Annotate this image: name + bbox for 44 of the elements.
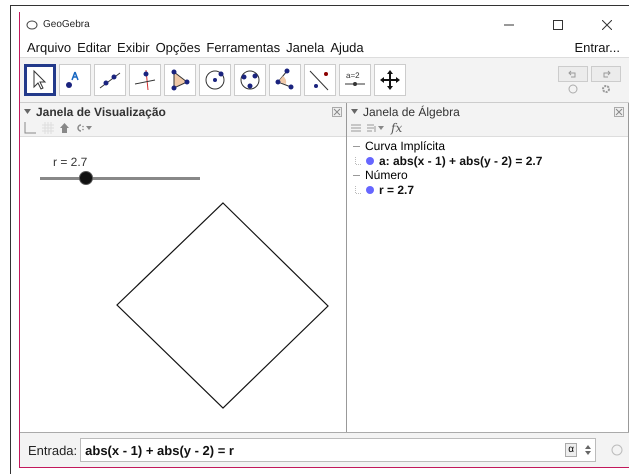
updown-arrows-icon[interactable] — [585, 445, 591, 455]
sort-icon[interactable] — [367, 123, 385, 133]
slider-thumb[interactable] — [79, 171, 94, 185]
maximize-icon[interactable] — [553, 20, 563, 30]
menu-item[interactable]: Arquivo — [24, 40, 74, 54]
visibility-dot[interactable] — [366, 186, 374, 194]
collapse-caret-icon[interactable] — [24, 109, 31, 114]
menu-item[interactable]: Opções — [152, 40, 204, 54]
algebra-entry[interactable]: r = 2.7 — [379, 182, 414, 196]
perpendicular-line-icon — [133, 68, 157, 92]
point-capture-icon[interactable] — [75, 123, 93, 133]
function-menu[interactable]: fx — [391, 121, 402, 135]
settings-icon[interactable] — [601, 84, 611, 94]
move-icon — [378, 68, 402, 92]
menu-item[interactable]: Editar — [74, 40, 114, 54]
input-label: Entrada: — [28, 442, 78, 458]
algebra-entry[interactable]: a: abs(x - 1) + abs(y - 2) = 2.7 — [379, 154, 542, 168]
tool-button[interactable] — [24, 64, 56, 96]
panel-title: Janela de Álgebra — [363, 104, 460, 118]
symbol-button[interactable]: α — [565, 443, 577, 457]
tree-line-icon — [355, 186, 361, 194]
menu-item[interactable]: Exibir — [114, 40, 153, 54]
visibility-dot[interactable] — [366, 156, 374, 164]
undo-icon — [568, 70, 578, 78]
menu-item[interactable]: Ajuda — [327, 40, 367, 54]
sign-in-link[interactable]: Entrar... — [571, 40, 623, 54]
axes-icon[interactable] — [24, 122, 36, 134]
tree-line-icon — [355, 156, 361, 164]
app-logo-icon — [26, 18, 38, 30]
close-icon[interactable] — [602, 20, 612, 30]
input-field[interactable]: abs(x - 1) + abs(y - 2) = r α — [80, 438, 596, 462]
home-icon[interactable] — [60, 123, 69, 133]
circle-icon — [203, 68, 227, 92]
window-title: GeoGebra — [43, 19, 90, 30]
panel-title: Janela de Visualização — [36, 104, 166, 118]
circle-icon — [238, 68, 262, 92]
slider-label: r = 2.7 — [53, 155, 88, 169]
group-label: Curva Implícita — [365, 139, 446, 153]
menu-item[interactable]: Ferramentas — [203, 40, 284, 54]
redo-icon — [601, 70, 611, 78]
group-label: Número — [365, 168, 408, 182]
list-icon[interactable] — [351, 123, 361, 133]
collapse-caret-icon[interactable] — [351, 109, 358, 114]
menu-item[interactable]: Janela — [283, 40, 328, 54]
